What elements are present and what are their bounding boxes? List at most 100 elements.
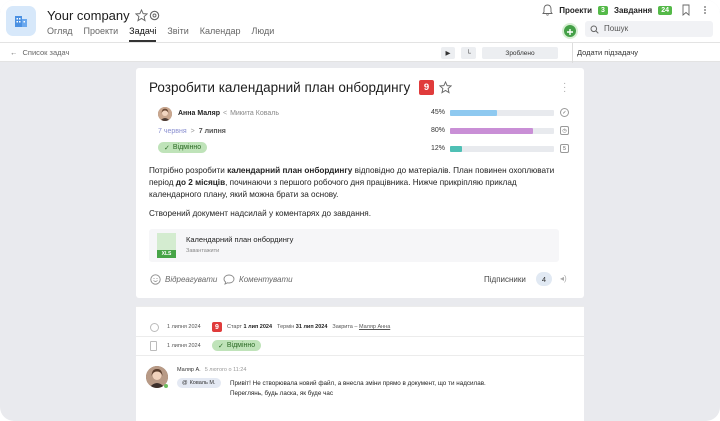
star-icon[interactable] bbox=[439, 81, 452, 94]
assignee-avatar[interactable] bbox=[158, 107, 172, 121]
status-label: Відмінно bbox=[226, 342, 256, 349]
desc-text: Потрібно розробити bbox=[149, 166, 228, 175]
task-menu-icon[interactable]: · · · bbox=[563, 79, 566, 97]
corner-icon: └ bbox=[466, 49, 471, 57]
file-icon bbox=[150, 340, 157, 351]
number-icon[interactable]: 5 bbox=[560, 144, 569, 153]
comment-line: Привіт! Не створювала новий файл, а внес… bbox=[230, 380, 486, 387]
comment-time: 5 лютого о 11:24 bbox=[204, 367, 247, 373]
mention-chip[interactable]: @ Коваль М. bbox=[177, 378, 221, 388]
comment-text: Привіт! Не створювала новий файл, а внес… bbox=[230, 379, 530, 399]
top-right-area: Проекти 3 Завдання 24 bbox=[542, 4, 710, 16]
add-button[interactable] bbox=[562, 23, 578, 39]
projects-count-badge: 3 bbox=[598, 5, 608, 15]
coauthor-name[interactable]: Микита Коваль bbox=[230, 110, 279, 117]
company-logo[interactable] bbox=[6, 6, 36, 36]
separator: > bbox=[190, 128, 195, 135]
building-icon bbox=[15, 16, 27, 27]
start-label: Старт bbox=[227, 324, 242, 330]
tab-reports[interactable]: Звіти bbox=[167, 26, 188, 42]
progress-bar bbox=[450, 110, 554, 116]
closed-label: Закрита – bbox=[332, 324, 358, 330]
task-toolbar: ← Список задач ▶ └ Зроблено Додати підзад… bbox=[0, 42, 720, 63]
clock-icon[interactable]: ◷ bbox=[560, 126, 569, 135]
comment-button[interactable]: Коментувати bbox=[223, 274, 293, 285]
done-button[interactable]: Зроблено bbox=[482, 47, 558, 59]
check-icon: ✓ bbox=[164, 144, 170, 152]
projects-link[interactable]: Проекти bbox=[559, 6, 592, 15]
done-label: Зроблено bbox=[505, 49, 535, 57]
status-badge[interactable]: ✓ Відмінно bbox=[158, 142, 208, 153]
desc-bold: до 2 місяців bbox=[175, 178, 226, 187]
search-input[interactable]: Пошук bbox=[585, 21, 713, 37]
attachment-card[interactable]: XLS Календарний план онбордингу Завантаж… bbox=[149, 229, 559, 262]
start-value: 1 лип 2024 bbox=[243, 324, 273, 330]
tab-tasks[interactable]: Задачі bbox=[129, 26, 157, 42]
term-label: Термін bbox=[277, 324, 295, 330]
tab-projects[interactable]: Проекти bbox=[83, 26, 118, 42]
progress-fill bbox=[450, 146, 463, 152]
task-people: Анна Маляр < Микита Коваль bbox=[178, 110, 279, 117]
react-label: Відреагувати bbox=[165, 275, 218, 284]
progress-label: 80% bbox=[431, 127, 446, 134]
attachment-download[interactable]: Завантажити bbox=[186, 248, 219, 254]
react-button[interactable]: Відреагувати bbox=[150, 274, 217, 285]
bell-icon[interactable] bbox=[542, 4, 554, 16]
back-to-task-list[interactable]: ← Список задач bbox=[10, 48, 69, 57]
tab-overview[interactable]: Огляд bbox=[47, 26, 72, 42]
star-icon[interactable] bbox=[135, 9, 148, 22]
main-nav: Огляд Проекти Задачі Звіти Календар Люди bbox=[47, 26, 274, 42]
progress-label: 45% bbox=[431, 109, 446, 116]
activity-date: 1 липня 2024 bbox=[167, 324, 201, 330]
subscribers-label[interactable]: Підписники bbox=[484, 275, 526, 284]
activity-row: 1 липня 2024 ✓ Відмінно bbox=[150, 340, 262, 351]
app-window: Your company Огляд Проекти Задачі Звіти … bbox=[0, 0, 720, 421]
comment-icon bbox=[223, 274, 235, 285]
tab-people[interactable]: Люди bbox=[251, 26, 274, 42]
at-icon: @ bbox=[182, 380, 188, 386]
activity-row: 1 липня 2024 9 Старт 1 лип 2024 Термін 3… bbox=[150, 322, 390, 332]
activity-date: 1 липня 2024 bbox=[167, 342, 201, 349]
progress-bar bbox=[450, 146, 554, 152]
check-circle-icon[interactable]: ✓ bbox=[560, 108, 569, 117]
term-value: 31 лип 2024 bbox=[295, 324, 328, 330]
closed-by-link[interactable]: Маляр Анна bbox=[359, 324, 390, 330]
online-indicator bbox=[164, 384, 168, 388]
more-vertical-icon[interactable] bbox=[700, 4, 710, 16]
date-end[interactable]: 7 липня bbox=[199, 128, 226, 135]
task-dates: 7 червня >7 липня bbox=[158, 128, 226, 135]
bookmark-icon[interactable] bbox=[678, 4, 694, 16]
company-name[interactable]: Your company bbox=[47, 8, 130, 23]
gear-icon[interactable] bbox=[148, 9, 161, 22]
check-icon: ✓ bbox=[218, 342, 224, 350]
play-button[interactable]: ▶ bbox=[441, 47, 455, 59]
add-subtask-button[interactable]: Додати підзадачу bbox=[577, 48, 638, 57]
divider bbox=[136, 306, 584, 307]
smile-icon bbox=[150, 274, 161, 285]
subscribers-count[interactable]: 4 bbox=[536, 272, 552, 286]
status-badge: ✓ Відмінно bbox=[212, 340, 262, 351]
top-header: Your company Огляд Проекти Задачі Звіти … bbox=[0, 0, 720, 42]
xls-file-icon: XLS bbox=[157, 233, 176, 258]
date-start[interactable]: 7 червня bbox=[158, 128, 187, 135]
tasks-link[interactable]: Завдання bbox=[614, 6, 652, 15]
tab-calendar[interactable]: Календар bbox=[200, 26, 241, 42]
tasks-count-badge: 24 bbox=[658, 5, 672, 15]
subtask-button[interactable]: └ bbox=[461, 47, 476, 59]
plus-icon bbox=[567, 29, 573, 35]
play-icon: ▶ bbox=[445, 50, 451, 57]
status-label: Відмінно bbox=[172, 144, 202, 151]
assignee-name[interactable]: Анна Маляр bbox=[178, 110, 220, 117]
sound-icon[interactable]: ◂) bbox=[560, 274, 567, 283]
desc-bold: календарний план онбордингу bbox=[227, 166, 353, 175]
attachment-name[interactable]: Календарний план онбордингу bbox=[186, 235, 293, 244]
priority-badge[interactable]: 9 bbox=[419, 80, 434, 95]
check-circle-icon bbox=[150, 322, 159, 332]
priority-badge: 9 bbox=[212, 322, 222, 332]
divider bbox=[136, 336, 584, 337]
task-title[interactable]: Розробити календарний план онбордингу bbox=[149, 80, 410, 95]
arrow-left-icon: ← bbox=[10, 48, 18, 57]
task-card: Розробити календарний план онбордингу 9 … bbox=[136, 68, 584, 298]
mention-name: Коваль М. bbox=[189, 380, 216, 386]
comment-author[interactable]: Маляр А. bbox=[177, 367, 201, 373]
